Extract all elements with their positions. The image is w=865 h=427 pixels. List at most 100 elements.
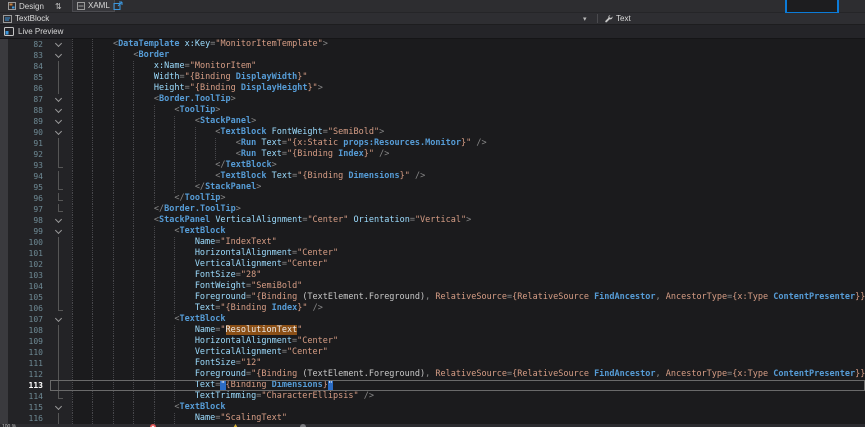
focused-control-outline[interactable] (785, 0, 839, 14)
breakpoint-margin[interactable] (0, 204, 8, 215)
line-number[interactable]: 100 (8, 237, 46, 248)
fold-gutter[interactable] (46, 182, 72, 193)
code-line[interactable]: 84x:Name="MonitorItem" (0, 61, 865, 72)
line-number[interactable]: 97 (8, 204, 46, 215)
line-number[interactable]: 82 (8, 39, 46, 50)
line-number[interactable]: 87 (8, 94, 46, 105)
line-number[interactable]: 106 (8, 303, 46, 314)
fold-gutter[interactable] (46, 193, 72, 204)
breakpoint-margin[interactable] (0, 61, 8, 72)
live-preview-bar[interactable]: Live Preview (0, 25, 865, 39)
line-number[interactable]: 103 (8, 270, 46, 281)
fold-gutter[interactable] (46, 336, 72, 347)
code-line[interactable]: 104FontWeight="SemiBold" (0, 281, 865, 292)
fold-collapse-icon[interactable] (46, 215, 72, 226)
code-line[interactable]: 109HorizontalAlignment="Center" (0, 336, 865, 347)
code-line[interactable]: 91<Run Text="{x:Static props:Resources.M… (0, 138, 865, 149)
code-line[interactable]: 85Width="{Binding DisplayWidth}" (0, 72, 865, 83)
breakpoint-margin[interactable] (0, 116, 8, 127)
code-line[interactable]: 115<TextBlock (0, 402, 865, 413)
line-number[interactable]: 112 (8, 369, 46, 380)
line-number[interactable]: 96 (8, 193, 46, 204)
fold-gutter[interactable] (46, 72, 72, 83)
breakpoint-margin[interactable] (0, 50, 8, 61)
fold-gutter[interactable] (46, 292, 72, 303)
fold-gutter[interactable] (46, 369, 72, 380)
line-number[interactable]: 110 (8, 347, 46, 358)
line-number[interactable]: 114 (8, 391, 46, 402)
breakpoint-margin[interactable] (0, 347, 8, 358)
breakpoint-margin[interactable] (0, 226, 8, 237)
code-line[interactable]: 101HorizontalAlignment="Center" (0, 248, 865, 259)
breakpoint-margin[interactable] (0, 391, 8, 402)
breakpoint-margin[interactable] (0, 336, 8, 347)
code-line[interactable]: 99<TextBlock (0, 226, 865, 237)
code-line[interactable]: 105Foreground="{Binding (TextElement.For… (0, 292, 865, 303)
fold-gutter[interactable] (46, 248, 72, 259)
line-number[interactable]: 88 (8, 105, 46, 116)
breakpoint-margin[interactable] (0, 72, 8, 83)
code-line[interactable]: 106Text="{Binding Index}" /> (0, 303, 865, 314)
code-line[interactable]: 82<DataTemplate x:Key="MonitorItemTempla… (0, 39, 865, 50)
line-number[interactable]: 83 (8, 50, 46, 61)
fold-gutter[interactable] (46, 138, 72, 149)
code-line[interactable]: 113Text="{Binding Dimensions}" (0, 380, 865, 391)
breakpoint-margin[interactable] (0, 83, 8, 94)
code-editor[interactable]: 82<DataTemplate x:Key="MonitorItemTempla… (0, 39, 865, 424)
breakpoint-margin[interactable] (0, 325, 8, 336)
line-number[interactable]: 86 (8, 83, 46, 94)
breakpoint-margin[interactable] (0, 138, 8, 149)
line-number[interactable]: 92 (8, 149, 46, 160)
swap-views-icon[interactable]: ⇅ (55, 0, 62, 12)
fold-gutter[interactable] (46, 391, 72, 402)
line-number[interactable]: 93 (8, 160, 46, 171)
fold-gutter[interactable] (46, 149, 72, 160)
fold-collapse-icon[interactable] (46, 39, 72, 50)
line-number[interactable]: 85 (8, 72, 46, 83)
fold-gutter[interactable] (46, 380, 72, 391)
code-line[interactable]: 102VerticalAlignment="Center" (0, 259, 865, 270)
fold-collapse-icon[interactable] (46, 50, 72, 61)
breakpoint-margin[interactable] (0, 160, 8, 171)
line-number[interactable]: 99 (8, 226, 46, 237)
fold-collapse-icon[interactable] (46, 94, 72, 105)
fold-gutter[interactable] (46, 61, 72, 72)
fold-gutter[interactable] (46, 303, 72, 314)
breakpoint-margin[interactable] (0, 358, 8, 369)
line-number[interactable]: 84 (8, 61, 46, 72)
code-line[interactable]: 95</StackPanel> (0, 182, 865, 193)
code-line[interactable]: 87<Border.ToolTip> (0, 94, 865, 105)
line-number[interactable]: 95 (8, 182, 46, 193)
popout-pane-icon[interactable] (113, 1, 123, 11)
line-number[interactable]: 113 (8, 380, 46, 391)
fold-gutter[interactable] (46, 281, 72, 292)
fold-gutter[interactable] (46, 83, 72, 94)
code-line[interactable]: 108Name="ResolutionText" (0, 325, 865, 336)
fold-gutter[interactable] (46, 325, 72, 336)
line-number[interactable]: 116 (8, 413, 46, 424)
fold-gutter[interactable] (46, 204, 72, 215)
breakpoint-margin[interactable] (0, 303, 8, 314)
breakpoint-margin[interactable] (0, 237, 8, 248)
code-line[interactable]: 98<StackPanel VerticalAlignment="Center"… (0, 215, 865, 226)
code-line[interactable]: 110VerticalAlignment="Center" (0, 347, 865, 358)
breakpoint-margin[interactable] (0, 182, 8, 193)
fold-gutter[interactable] (46, 347, 72, 358)
fold-gutter[interactable] (46, 270, 72, 281)
breakpoint-margin[interactable] (0, 193, 8, 204)
fold-gutter[interactable] (46, 160, 72, 171)
breakpoint-margin[interactable] (0, 39, 8, 50)
breakpoint-margin[interactable] (0, 380, 8, 391)
breakpoint-margin[interactable] (0, 127, 8, 138)
code-line[interactable]: 112Foreground="{Binding (TextElement.For… (0, 369, 865, 380)
code-line[interactable]: 107<TextBlock (0, 314, 865, 325)
line-number[interactable]: 109 (8, 336, 46, 347)
code-line[interactable]: 88<ToolTip> (0, 105, 865, 116)
fold-gutter[interactable] (46, 358, 72, 369)
code-line[interactable]: 89<StackPanel> (0, 116, 865, 127)
breakpoint-margin[interactable] (0, 259, 8, 270)
tab-xaml[interactable]: XAML (72, 0, 115, 12)
breakpoint-margin[interactable] (0, 149, 8, 160)
breakpoint-margin[interactable] (0, 94, 8, 105)
fold-collapse-icon[interactable] (46, 226, 72, 237)
